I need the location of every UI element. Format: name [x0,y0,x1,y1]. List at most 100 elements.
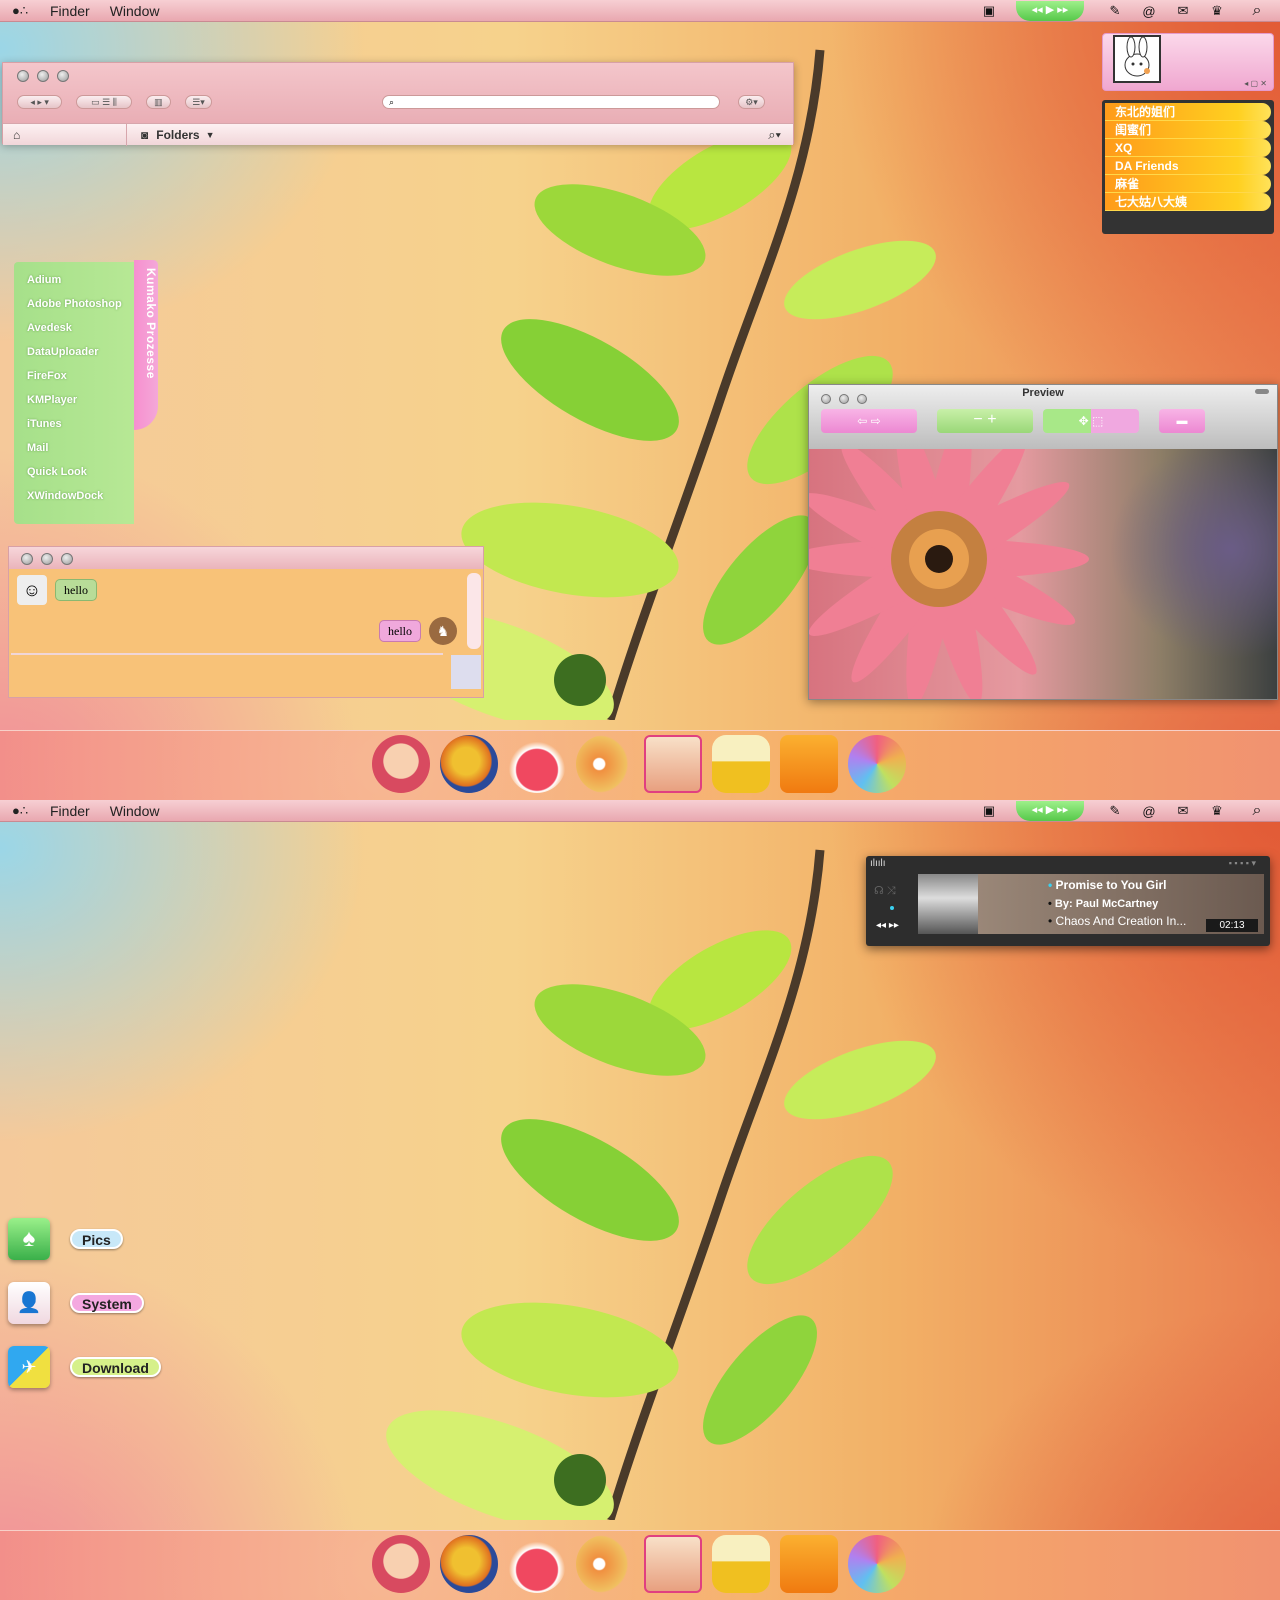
minimize-button[interactable] [37,70,49,82]
desktop-folder-system[interactable]: 👤 System [8,1282,144,1324]
dock [0,1530,1280,1600]
process-item[interactable]: FireFox [14,368,134,392]
back-forward-button[interactable]: ◂ ▸ ▾ [17,95,63,109]
home-icon[interactable]: ⌂ [3,123,127,146]
music-disc-icon[interactable] [576,735,634,793]
music-disc-icon[interactable] [576,1535,634,1593]
contact-icon[interactable]: 👤 [8,1282,50,1324]
crown-icon[interactable]: ♛ [1200,803,1234,819]
message-input[interactable] [11,653,443,691]
desktop-folder-download[interactable]: ✈ Download [8,1346,161,1388]
music-player-widget: ılıılı ▪ ▪ ▪ ▪ ▾ ☊ ⤨ ◂◂ ▸▸ • Promise to … [866,856,1270,946]
folder-label[interactable]: Download [70,1357,161,1377]
buddy-group[interactable]: 东北的姐们 [1105,103,1271,121]
view-mode-buttons[interactable]: ▭ ☰ ⫼ [76,95,132,109]
zoom-button[interactable] [61,553,73,565]
playback-controls[interactable]: ◂◂ ▶ ▸▸ [1016,1,1084,21]
menu-window[interactable]: Window [110,803,160,819]
buddy-group[interactable]: XQ [1105,139,1271,157]
pen-icon[interactable]: ✎ [1098,803,1132,819]
coverflow-button[interactable]: ▥ [145,95,171,109]
arrange-button[interactable]: ☰▾ [184,95,212,109]
pathfinder-icon[interactable]: ▣ [972,803,1006,819]
donut-box-icon[interactable] [644,735,702,793]
cooking-mama-icon[interactable] [372,1535,430,1593]
pen-icon[interactable]: ✎ [1098,3,1132,19]
process-item[interactable]: KMPlayer [14,392,134,416]
donut-box-icon[interactable] [644,1535,702,1593]
spade-icon[interactable]: ♠ [8,1218,50,1260]
widget-controls-icon[interactable]: ◂ ▢ ✕ [1244,79,1267,88]
buddy-group[interactable]: 麻雀 [1105,175,1271,193]
buddy-group[interactable]: 闺蜜们 [1105,121,1271,139]
desktop-folder-pics[interactable]: ♠ Pics [8,1218,123,1260]
prev-next-track-icon[interactable]: ◂◂ ▸▸ [876,920,899,931]
playback-controls[interactable]: ◂◂ ▶ ▸▸ [1016,801,1084,821]
widget-menu-icon[interactable]: ▪ ▪ ▪ ▪ ▾ [1229,858,1256,869]
swirl-icon[interactable]: @ [1132,4,1166,19]
pathfinder-icon[interactable]: ▣ [972,3,1006,19]
orange-juice-icon[interactable] [780,735,838,793]
search-icon[interactable]: ⌕ [1234,802,1280,820]
folders-label[interactable]: Folders [156,128,199,142]
incoming-message: hello [55,579,97,601]
cooking-mama-icon[interactable] [372,735,430,793]
buddy-group[interactable]: 七大姑八大姨 [1105,193,1271,211]
paw-icon[interactable]: ●∴ [12,3,30,19]
close-button[interactable] [21,553,33,565]
firefox-icon[interactable] [440,735,498,793]
process-item[interactable]: Avedesk [14,320,134,344]
orange-juice-icon[interactable] [780,1535,838,1593]
prev-next-buttons[interactable]: ⇦ ⇨ [821,409,917,433]
buddy-avatar[interactable]: ☺ [17,575,47,605]
ice-cream-icon[interactable] [508,735,566,793]
crown-icon[interactable]: ♛ [1200,3,1234,19]
color-wheel-icon[interactable] [848,735,906,793]
mail-icon[interactable]: ✉ [1166,803,1200,819]
menu-finder[interactable]: Finder [50,3,90,19]
search-dropdown-icon[interactable]: ⌕▾ [768,127,781,143]
action-button[interactable]: ⚙▾ [737,95,765,109]
process-item[interactable]: XWindowDock [14,488,134,512]
ice-cream-icon[interactable] [508,1535,566,1593]
album-art[interactable] [918,874,978,934]
chevron-down-icon[interactable]: ▼ [206,130,215,140]
search-icon[interactable]: ⌕ [1234,2,1280,20]
toolbar-toggle-button[interactable] [1255,389,1269,394]
sidebar-button[interactable]: ▬ [1159,409,1205,433]
plane-icon[interactable]: ✈ [8,1346,50,1388]
color-wheel-icon[interactable] [848,1535,906,1593]
minimize-button[interactable] [41,553,53,565]
folder-label[interactable]: System [70,1293,144,1313]
mail-icon[interactable]: ✉ [1166,3,1200,19]
firefox-icon[interactable] [440,1535,498,1593]
chat-scrollbar[interactable] [467,573,481,649]
finder-search-input[interactable]: ⌕ [381,95,720,109]
close-button[interactable] [17,70,29,82]
menu-window[interactable]: Window [110,3,160,19]
repeat-shuffle-icon[interactable]: ☊ ⤨ [874,884,896,898]
magnifier-icon: ⌕ [388,97,395,107]
process-item[interactable]: Adobe Photoshop [14,296,134,320]
camper-van-icon[interactable] [712,1535,770,1593]
swirl-icon[interactable]: @ [1132,804,1166,819]
process-item[interactable]: Mail [14,440,134,464]
buddy-group[interactable]: DA Friends [1105,157,1271,175]
track-info: • Promise to You Girl • By: Paul McCartn… [978,874,1264,934]
zoom-out-in-buttons[interactable]: − + [937,409,1033,433]
bunny-avatar[interactable] [1113,35,1161,83]
process-item[interactable]: DataUploader [14,344,134,368]
paw-icon[interactable]: ●∴ [12,803,30,819]
process-item[interactable]: iTunes [14,416,134,440]
menu-finder[interactable]: Finder [50,803,90,819]
move-select-buttons[interactable]: ✥ ⬚ [1043,409,1139,433]
process-item[interactable]: Adium [14,272,134,296]
folder-label[interactable]: Pics [70,1229,123,1249]
my-picture[interactable] [451,655,481,689]
camper-van-icon[interactable] [712,735,770,793]
zoom-button[interactable] [57,70,69,82]
my-avatar[interactable]: ♞ [429,617,457,645]
chat-window: ☺ hello hello ♞ [8,546,484,698]
process-item[interactable]: Quick Look [14,464,134,488]
process-panel-tab[interactable]: Kumako Prozesse [134,260,158,430]
